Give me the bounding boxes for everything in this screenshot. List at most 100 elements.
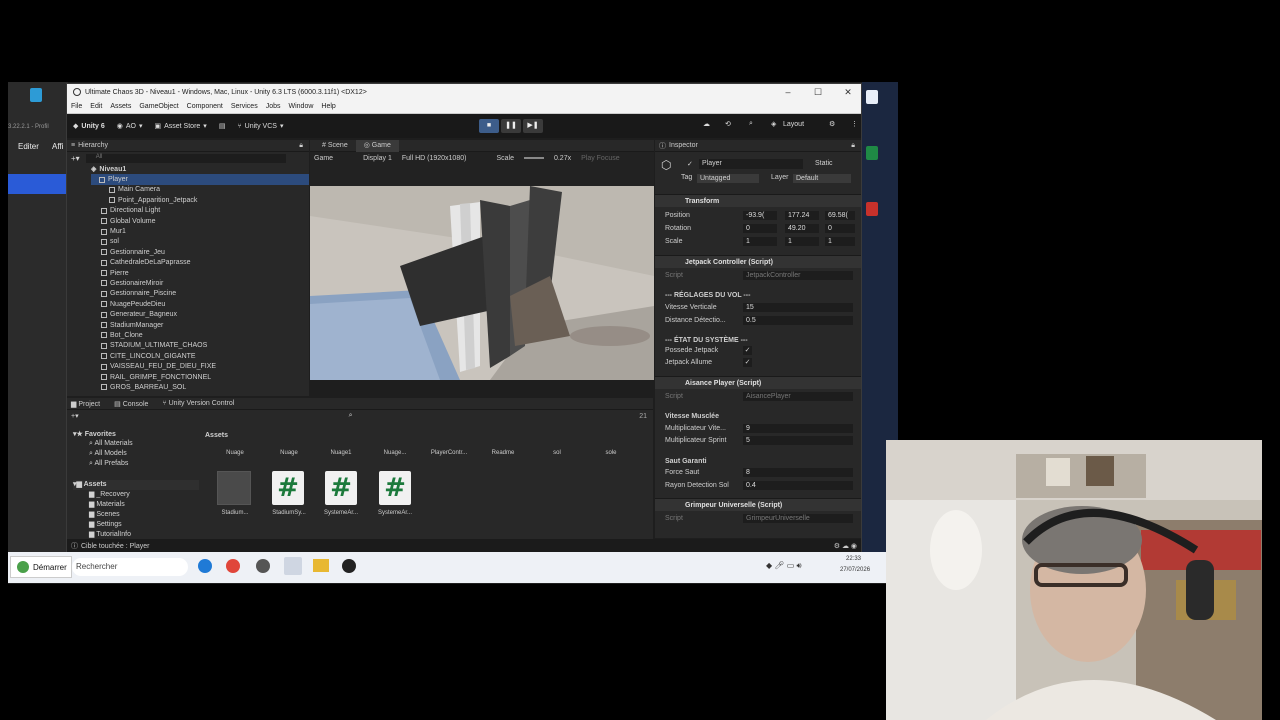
asset-item[interactable]: PlayerContr... [425, 450, 473, 456]
rotation-y[interactable]: 49.20 [785, 224, 819, 233]
hierarchy-row[interactable]: RAIL_GRIMPE_FONCTIONNEL [91, 372, 309, 382]
jetpack-script-field[interactable]: JetpackController [743, 271, 853, 280]
asset-item[interactable]: sol [533, 450, 581, 456]
background-menu-editer[interactable]: Editer [18, 142, 39, 151]
script-asset-icon[interactable]: # [325, 471, 357, 505]
menu-component[interactable]: Component [187, 103, 223, 110]
favorite-item[interactable]: ⌕ All Materials [73, 440, 199, 450]
hierarchy-row[interactable]: Directional Light [91, 206, 309, 216]
hierarchy-row[interactable]: Gestionnaire_Piscine [91, 289, 309, 299]
tab-console[interactable]: ▤ Console [114, 400, 148, 408]
add-icon[interactable]: +▾ [71, 154, 80, 163]
edge-icon[interactable] [198, 559, 212, 573]
asset-item[interactable]: SystemeAr... [317, 510, 365, 516]
favorites-row[interactable]: ▾★ Favorites [73, 430, 199, 440]
hierarchy-row[interactable]: Point_Apparition_Jetpack [91, 195, 309, 205]
maximize-icon[interactable]: ☐ [803, 84, 833, 100]
play-button[interactable]: ■ [479, 119, 499, 133]
unity-account-button[interactable]: ◆ Unity 6 [73, 122, 105, 131]
rotation-x[interactable]: 0 [743, 224, 777, 233]
favorite-item[interactable]: ⌕ All Models [73, 450, 199, 460]
hierarchy-row[interactable]: Global Volume [91, 216, 309, 226]
tab-project[interactable]: ▆ Project [71, 400, 100, 408]
hierarchy-row[interactable]: CathedraleDeLaPaprasse [91, 258, 309, 268]
asset-item[interactable]: StadiumSy... [265, 510, 313, 516]
menu-help[interactable]: Help [321, 103, 335, 110]
package-button[interactable]: ▤ [219, 122, 226, 130]
asset-item[interactable]: Nuage1 [317, 450, 365, 456]
hierarchy-row[interactable]: sol [91, 237, 309, 247]
tag-dropdown[interactable]: Untagged [697, 174, 759, 183]
lock-icon[interactable]: 🔒︎ [299, 142, 303, 150]
asset-item[interactable]: SystemeAr... [371, 510, 419, 516]
file-explorer-icon[interactable] [313, 559, 329, 572]
menu-services[interactable]: Services [231, 103, 258, 110]
asset-item[interactable]: Nuage... [371, 450, 419, 456]
transform-header[interactable]: Transform [655, 194, 861, 207]
hierarchy-row[interactable]: Mur1 [91, 226, 309, 236]
hierarchy-row[interactable]: STADIUM_ULTIMATE_CHAOS [91, 341, 309, 351]
jetpack-allume-checkbox[interactable]: ✓ [743, 358, 752, 367]
grimpeur-script-field[interactable]: GrimpeurUniverselle [743, 514, 853, 523]
mult-vitesse-field[interactable]: 9 [743, 424, 853, 433]
favorite-item[interactable]: ⌕ All Prefabs [73, 460, 199, 470]
account-dropdown[interactable]: ◉ AO ▾ [117, 122, 143, 131]
cloud-icon[interactable]: ☁ [703, 120, 710, 128]
clock-date[interactable]: 27/07/2026 [840, 567, 870, 573]
hierarchy-row[interactable]: GROS_BARREAU_SOL [91, 382, 309, 392]
tray-icons[interactable]: ◆ 🎤︎ ▭ 🔊︎ [766, 561, 802, 571]
chrome-icon[interactable] [226, 559, 240, 573]
scale-x[interactable]: 1 [743, 237, 777, 246]
position-x[interactable]: -93.9( [743, 211, 777, 220]
hierarchy-row[interactable]: Player [91, 174, 309, 185]
recording-app-icon[interactable] [342, 559, 356, 573]
desktop-pdf-icon[interactable] [866, 202, 878, 216]
hierarchy-row[interactable]: CITE_LINCOLN_GIGANTE [91, 351, 309, 361]
menu-window[interactable]: Window [289, 103, 314, 110]
hierarchy-row[interactable]: StadiumManager [91, 320, 309, 330]
assets-folder-row[interactable]: ▾▆ Assets [73, 480, 199, 490]
lock-icon[interactable]: 🔒︎ [851, 142, 855, 150]
asset-item[interactable]: Stadium... [211, 510, 259, 516]
static-dropdown[interactable]: Static [815, 160, 833, 167]
hierarchy-row[interactable]: Bot_Clone [91, 330, 309, 340]
position-y[interactable]: 177.24 [785, 211, 819, 220]
layers-icon[interactable]: ◈ [771, 120, 776, 128]
scale-slider[interactable] [523, 157, 544, 159]
step-button[interactable]: ▶❚ [523, 119, 543, 133]
aisance-script-field[interactable]: AisancePlayer [743, 392, 853, 401]
mult-sprint-field[interactable]: 5 [743, 436, 853, 445]
rayon-detection-field[interactable]: 0.4 [743, 481, 853, 490]
menu-gameobject[interactable]: GameObject [139, 103, 178, 110]
aisance-player-header[interactable]: Aisance Player (Script) [655, 376, 861, 389]
grimpeur-header[interactable]: Grimpeur Universelle (Script) [655, 498, 861, 511]
hierarchy-search-input[interactable]: All [85, 153, 286, 163]
game-mode-dropdown[interactable]: Game [314, 155, 333, 162]
close-icon[interactable]: ✕ [833, 84, 863, 100]
tab-version-control[interactable]: ⑂ Unity Version Control [162, 400, 234, 407]
minimize-icon[interactable]: – [773, 84, 803, 100]
hierarchy-row[interactable]: NuagePeudeDieu [91, 299, 309, 309]
hierarchy-row[interactable]: Gestionnaire_Jeu [91, 247, 309, 257]
desktop-file-icon[interactable] [866, 90, 878, 104]
folder-row[interactable]: ▆ Scenes [73, 510, 199, 520]
layer-dropdown[interactable]: Default [793, 174, 851, 183]
hierarchy-row[interactable]: Generateur_Bagneux [91, 309, 309, 319]
tab-scene[interactable]: # Scene [314, 142, 356, 149]
menu-assets[interactable]: Assets [110, 103, 131, 110]
script-asset-icon[interactable]: # [272, 471, 304, 505]
more-icon[interactable]: ⋮ [851, 120, 858, 128]
force-saut-field[interactable]: 8 [743, 468, 853, 477]
history-icon[interactable]: ⟲ [725, 120, 731, 128]
menu-jobs[interactable]: Jobs [266, 103, 281, 110]
tab-game[interactable]: ◎ Game [355, 139, 399, 152]
position-z[interactable]: 69.58( [825, 211, 855, 220]
hierarchy-title[interactable]: Hierarchy [78, 142, 108, 149]
unity-hub-icon[interactable] [284, 557, 302, 575]
asset-item[interactable]: sole [587, 450, 635, 456]
breadcrumb[interactable]: Assets [205, 432, 228, 439]
settings-icon[interactable]: ⚙ [829, 120, 835, 128]
clock-time[interactable]: 22:33 [846, 556, 861, 562]
active-checkbox[interactable]: ✓ [687, 160, 693, 168]
script-asset-icon[interactable]: # [379, 471, 411, 505]
